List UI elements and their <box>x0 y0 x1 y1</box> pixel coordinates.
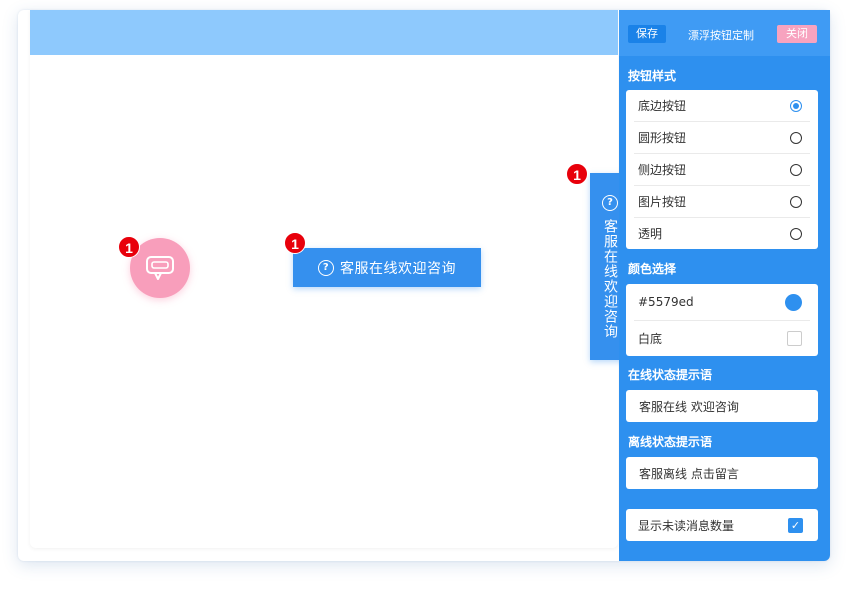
preview-topbar <box>30 10 618 55</box>
color-option-blue[interactable]: #5579ed <box>634 284 810 321</box>
style-option-label: 图片按钮 <box>638 195 687 209</box>
panel-header: 保存 漂浮按钮定制 关闭 <box>619 10 830 56</box>
checkbox-checked-icon[interactable]: ✓ <box>788 517 803 533</box>
style-option-bottom[interactable]: 底边按钮 <box>634 90 810 122</box>
style-option-label: 底边按钮 <box>638 99 687 113</box>
offline-section-label: 离线状态提示语 <box>628 435 713 449</box>
color-option-white[interactable]: 白底 <box>634 321 810 355</box>
unread-option-label: 显示未读消息数量 <box>638 518 735 533</box>
unread-option-card: 显示未读消息数量 ✓ <box>626 509 818 541</box>
customize-panel: 保存 漂浮按钮定制 关闭 按钮样式 底边按钮 圆形按钮 侧边按钮 图片按钮 透明… <box>619 10 830 561</box>
radio-icon[interactable] <box>790 131 802 144</box>
bottom-chat-button[interactable]: ? 客服在线欢迎咨询 <box>293 248 481 287</box>
question-icon: ? <box>318 259 334 276</box>
radio-icon[interactable] <box>790 195 802 208</box>
bottom-chat-label: 客服在线欢迎咨询 <box>340 260 456 277</box>
style-option-side[interactable]: 侧边按钮 <box>634 154 810 186</box>
color-option-label: 白底 <box>638 331 663 346</box>
color-section-label: 颜色选择 <box>628 262 677 276</box>
style-option-image[interactable]: 图片按钮 <box>634 186 810 218</box>
checkbox-icon[interactable] <box>787 330 802 346</box>
style-options-card: 底边按钮 圆形按钮 侧边按钮 图片按钮 透明 <box>626 90 818 249</box>
color-swatch-icon[interactable] <box>785 293 802 311</box>
save-button[interactable]: 保存 <box>628 25 666 43</box>
style-section-label: 按钮样式 <box>628 69 677 83</box>
unread-badge: 1 <box>566 163 588 185</box>
color-options-card: #5579ed 白底 <box>626 284 818 356</box>
close-button[interactable]: 关闭 <box>777 25 817 43</box>
style-option-round[interactable]: 圆形按钮 <box>634 122 810 154</box>
unread-badge: 1 <box>118 236 140 258</box>
style-option-transparent[interactable]: 透明 <box>634 218 810 249</box>
online-section-label: 在线状态提示语 <box>628 368 713 382</box>
side-chat-label: 客服在线欢迎咨询 <box>602 219 618 339</box>
radio-icon[interactable] <box>790 163 802 176</box>
radio-selected-icon[interactable] <box>790 99 802 112</box>
unread-badge: 1 <box>284 232 306 254</box>
unread-option-row[interactable]: 显示未读消息数量 ✓ <box>634 509 811 541</box>
question-icon: ? <box>602 195 618 211</box>
preview-canvas: 1 ? 客服在线欢迎咨询 1 ? 客服在线欢迎咨询 1 <box>30 10 630 548</box>
style-option-label: 透明 <box>638 227 663 241</box>
style-option-label: 侧边按钮 <box>638 163 687 177</box>
offline-text-input[interactable]: 客服离线 点击留言 <box>626 457 818 489</box>
style-option-label: 圆形按钮 <box>638 131 687 145</box>
radio-icon[interactable] <box>790 227 802 240</box>
panel-title: 漂浮按钮定制 <box>688 29 754 42</box>
color-option-label: #5579ed <box>638 295 694 309</box>
online-text-input[interactable]: 客服在线 欢迎咨询 <box>626 390 818 422</box>
chat-bubble-icon <box>146 256 174 280</box>
